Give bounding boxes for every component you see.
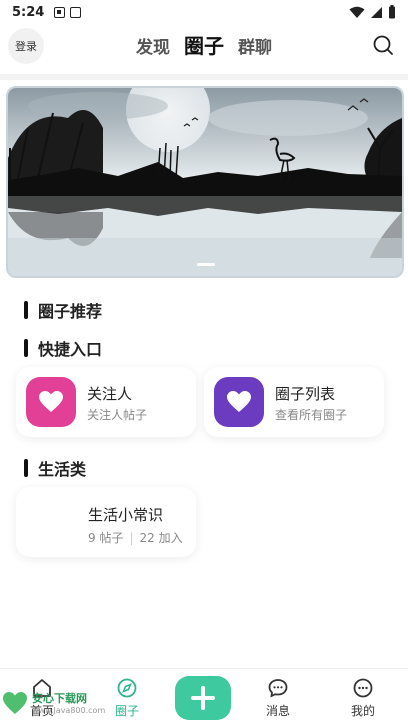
top-header: 登录 发现 圈子 群聊 [0, 26, 408, 66]
card-title: 圈子列表 [275, 385, 336, 403]
search-icon[interactable] [372, 34, 394, 56]
card-meta: 9 帖子 | 22 加入 [88, 529, 183, 546]
section-life: 生活类 [24, 456, 86, 480]
section-marker [24, 459, 28, 477]
watermark-logo-icon [3, 691, 27, 714]
banner-carousel[interactable] [6, 86, 404, 278]
card-title: 关注人 [87, 385, 133, 403]
nav-label: 圈子 [114, 704, 139, 718]
top-tabs: 发现 圈子 群聊 [0, 30, 408, 59]
nav-circle[interactable]: 圈子 [97, 677, 157, 719]
tab-group-chat[interactable]: 群聊 [238, 33, 272, 58]
nav-messages[interactable]: 消息 [248, 677, 308, 719]
signal-icon [371, 6, 382, 18]
section-recommend: 圈子推荐 [24, 298, 102, 322]
status-notifications [54, 6, 82, 18]
section-marker [24, 301, 28, 319]
nav-label: 消息 [265, 704, 290, 718]
watermark-url: www.Java800.com [32, 706, 106, 715]
banner-image [8, 88, 402, 276]
heart-icon [214, 377, 264, 427]
quick-card-circle-list[interactable]: 圈子列表 查看所有圈子 [204, 367, 384, 437]
section-quick: 快捷入口 [24, 336, 102, 360]
banner-page-indicator [197, 263, 215, 266]
chat-icon [268, 679, 288, 698]
section-marker [24, 339, 28, 357]
battery-icon [389, 5, 395, 19]
watermark-title: 安心下载网 [32, 692, 87, 705]
watermark: 安心下载网 www.Java800.com [2, 690, 105, 715]
join-count: 22 加入 [139, 531, 183, 545]
status-system-icons [349, 5, 396, 19]
notification-b-icon [70, 6, 82, 18]
card-subtitle: 关注人帖子 [87, 408, 148, 422]
status-time: 5:24 [12, 4, 45, 20]
more-icon [353, 678, 373, 698]
card-title: 生活小常识 [88, 506, 164, 524]
status-bar: 5:24 [0, 0, 408, 24]
plus-icon [191, 686, 215, 710]
tab-discover[interactable]: 发现 [136, 33, 170, 58]
add-post-button[interactable] [175, 676, 231, 720]
tab-circle[interactable]: 圈子 [184, 30, 224, 59]
notification-a-icon [54, 6, 66, 18]
header-divider [0, 74, 408, 80]
watermark-text: 安心下载网 www.Java800.com [32, 690, 105, 715]
meta-separator: | [129, 530, 134, 545]
nav-label: 我的 [350, 704, 375, 718]
circle-card-life-tips[interactable]: 生活小常识 9 帖子 | 22 加入 [16, 487, 196, 557]
section-quick-title: 快捷入口 [38, 340, 103, 359]
compass-icon [117, 678, 137, 698]
nav-mine[interactable]: 我的 [333, 677, 393, 719]
section-recommend-title: 圈子推荐 [38, 302, 103, 321]
card-subtitle: 查看所有圈子 [275, 408, 348, 422]
heart-icon [26, 377, 76, 427]
post-count: 9 帖子 [88, 531, 124, 545]
wifi-icon [349, 6, 365, 18]
quick-card-following[interactable]: 关注人 关注人帖子 [16, 367, 196, 437]
section-life-title: 生活类 [38, 460, 87, 479]
